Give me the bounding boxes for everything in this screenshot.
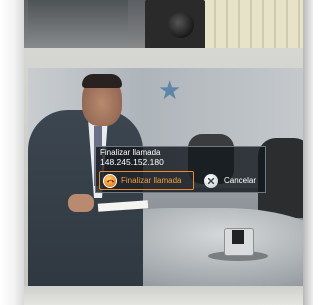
call-address: 148.245.152.180: [100, 157, 164, 167]
conference-phone-screen: [232, 230, 244, 244]
end-call-label: Finalizar llamada: [121, 176, 182, 185]
end-call-icon: [103, 173, 117, 188]
wall-star-logo: ★: [158, 76, 182, 106]
cancel-label: Cancelar: [224, 176, 257, 185]
dialog-title: Finalizar llamada: [100, 148, 161, 157]
right-edge-shade: [303, 0, 313, 305]
tv-bottom-frame: [22, 286, 313, 305]
videoconference-camera: [168, 12, 194, 38]
end-call-dialog: Finalizar llamada 148.245.152.180 Finali…: [95, 146, 266, 193]
participant-hand: [68, 194, 94, 212]
cancel-icon: [204, 173, 218, 188]
end-call-button[interactable]: Finalizar llamada: [99, 171, 194, 190]
left-edge-glare: [0, 0, 24, 305]
room-window: [28, 0, 128, 50]
cancel-button[interactable]: Cancelar: [200, 171, 262, 190]
participant-hair: [82, 74, 122, 88]
photo-scene: ★ Finalizar llamada 148.245.152.180 Fina…: [0, 0, 313, 305]
